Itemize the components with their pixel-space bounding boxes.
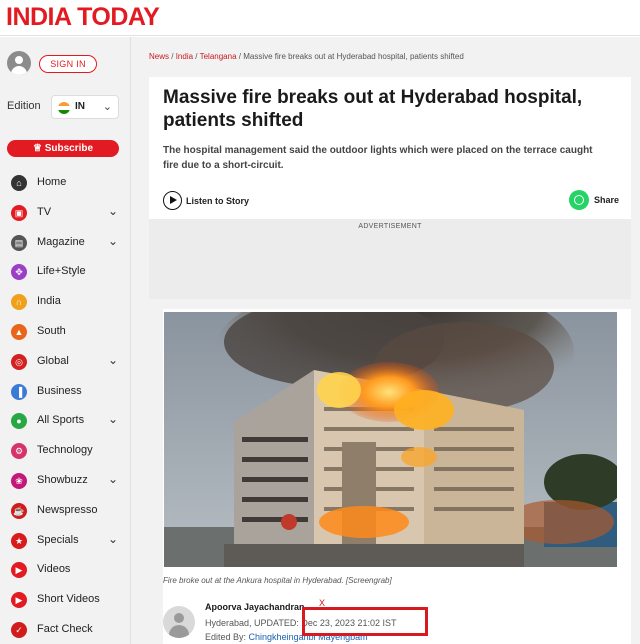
cocktail-icon: ✥ <box>11 264 27 280</box>
sidebar-item-technology[interactable]: ⚙ Technology <box>0 439 131 463</box>
sports-icon: ● <box>11 413 27 429</box>
tech-icon: ⚙ <box>11 443 27 459</box>
sidebar-item-label: Business <box>37 385 82 397</box>
timestamp-highlight-box <box>302 607 428 636</box>
sidebar-item-south[interactable]: ▲ South <box>0 320 131 344</box>
home-icon: ⌂ <box>11 175 27 191</box>
breadcrumb-telangana[interactable]: Telangana <box>200 52 237 61</box>
sidebar-item-all-sports[interactable]: ● All Sports ⌄ <box>0 409 131 433</box>
video-icon: ▶ <box>11 562 27 578</box>
sidebar-item-label: Newspresso <box>37 504 98 516</box>
article-headline: Massive fire breaks out at Hyderabad hos… <box>163 87 583 131</box>
sidebar-item-label: Specials <box>37 534 79 546</box>
temple-icon: ▲ <box>11 324 27 340</box>
short-video-icon: ▶ <box>11 592 27 608</box>
sidebar-item-tv[interactable]: ▣ TV ⌄ <box>0 201 131 225</box>
sidebar-item-life-style[interactable]: ✥ Life+Style <box>0 260 131 284</box>
magazine-icon: ▤ <box>11 235 27 251</box>
globe-icon: ◎ <box>11 354 27 370</box>
sidebar-item-label: South <box>37 325 66 337</box>
coffee-icon: ☕ <box>11 503 27 519</box>
sidebar-item-india[interactable]: ∩ India <box>0 290 131 314</box>
sidebar-item-showbuzz[interactable]: ❀ Showbuzz ⌄ <box>0 469 131 493</box>
updated-label: UPDATED: <box>254 618 299 628</box>
india-today-logo[interactable]: INDIA TODAY <box>6 3 160 32</box>
sidebar-item-label: Videos <box>37 563 71 575</box>
listen-to-story-label: Listen to Story <box>186 196 250 206</box>
hospital-fire-photo <box>164 312 617 567</box>
advertisement-slot: ADVERTISEMENT <box>149 219 631 299</box>
sidebar-item-label: India <box>37 295 61 307</box>
sidebar-item-label: Short Videos <box>37 593 100 605</box>
user-avatar-icon[interactable] <box>7 51 31 75</box>
sidebar-item-magazine[interactable]: ▤ Magazine ⌄ <box>0 231 131 255</box>
sign-in-button[interactable]: SIGN IN <box>39 55 97 73</box>
sidebar-item-label: Home <box>37 176 67 188</box>
sidebar-item-label: Showbuzz <box>37 474 88 486</box>
photo-caption: Fire broke out at the Ankura hospital in… <box>163 576 392 585</box>
chevron-down-icon[interactable]: ⌄ <box>108 353 118 367</box>
share-button[interactable]: Share <box>569 190 621 211</box>
share-label: Share <box>594 195 620 205</box>
sidebar-item-label: Magazine <box>37 236 85 248</box>
sidebar-item-label: Technology <box>37 444 93 456</box>
india-flag-icon <box>58 102 70 114</box>
bar-chart-icon: ▐ <box>11 384 27 400</box>
sidebar-item-specials[interactable]: ★ Specials ⌄ <box>0 529 131 553</box>
subscribe-button[interactable]: ♕ Subscribe <box>7 140 119 157</box>
breadcrumb: News / India / Telangana / Massive fire … <box>149 52 464 61</box>
edited-label: Edited By: <box>205 632 247 642</box>
sidebar-item-label: Global <box>37 355 69 367</box>
india-gate-icon: ∩ <box>11 294 27 310</box>
sidebar-item-business[interactable]: ▐ Business <box>0 380 131 404</box>
chevron-down-icon[interactable]: ⌄ <box>108 472 118 486</box>
edition-value: IN <box>75 101 85 112</box>
whatsapp-icon <box>569 190 589 210</box>
sidebar: SIGN IN Edition IN ⌄ ♕ Subscribe ⌂ Home ▣ T… <box>0 37 131 644</box>
play-icon <box>163 191 182 210</box>
top-bar: INDIA TODAY <box>0 0 640 36</box>
sidebar-item-label: All Sports <box>37 414 85 426</box>
author-name[interactable]: Apoorva Jayachandran <box>205 602 305 612</box>
advertisement-label: ADVERTISEMENT <box>358 223 422 230</box>
breadcrumb-news[interactable]: News <box>149 52 169 61</box>
article-summary: The hospital management said the outdoor… <box>163 145 593 171</box>
edition-label: Edition <box>7 100 41 112</box>
chevron-down-icon[interactable]: ⌄ <box>108 204 118 218</box>
specials-icon: ★ <box>11 533 27 549</box>
showbuzz-icon: ❀ <box>11 473 27 489</box>
breadcrumb-india[interactable]: India <box>176 52 193 61</box>
sidebar-item-global[interactable]: ◎ Global ⌄ <box>0 350 131 374</box>
live-tv-icon: ▣ <box>11 205 27 221</box>
fact-check-icon: ✓ <box>11 622 27 638</box>
sidebar-item-home[interactable]: ⌂ Home <box>0 171 131 195</box>
chevron-down-icon[interactable]: ⌄ <box>108 234 118 248</box>
location: Hyderabad, <box>205 618 252 628</box>
sidebar-item-newspresso[interactable]: ☕ Newspresso <box>0 499 131 523</box>
sidebar-item-fact-check[interactable]: ✓ Fact Check <box>0 618 131 642</box>
sidebar-item-videos[interactable]: ▶ Videos <box>0 558 131 582</box>
sidebar-item-label: TV <box>37 206 52 218</box>
subscribe-label: Subscribe <box>44 143 94 154</box>
edition-select[interactable]: IN ⌄ <box>51 95 119 119</box>
chevron-down-icon[interactable]: ⌄ <box>108 412 118 426</box>
sidebar-item-short-videos[interactable]: ▶ Short Videos <box>0 588 131 612</box>
sidebar-item-label: Life+Style <box>37 265 86 277</box>
breadcrumb-current: Massive fire breaks out at Hyderabad hos… <box>243 52 464 61</box>
author-avatar <box>163 606 195 638</box>
chevron-down-icon[interactable]: ⌄ <box>108 532 118 546</box>
sidebar-item-label: Fact Check <box>37 623 93 635</box>
chevron-down-icon: ⌄ <box>102 101 112 113</box>
